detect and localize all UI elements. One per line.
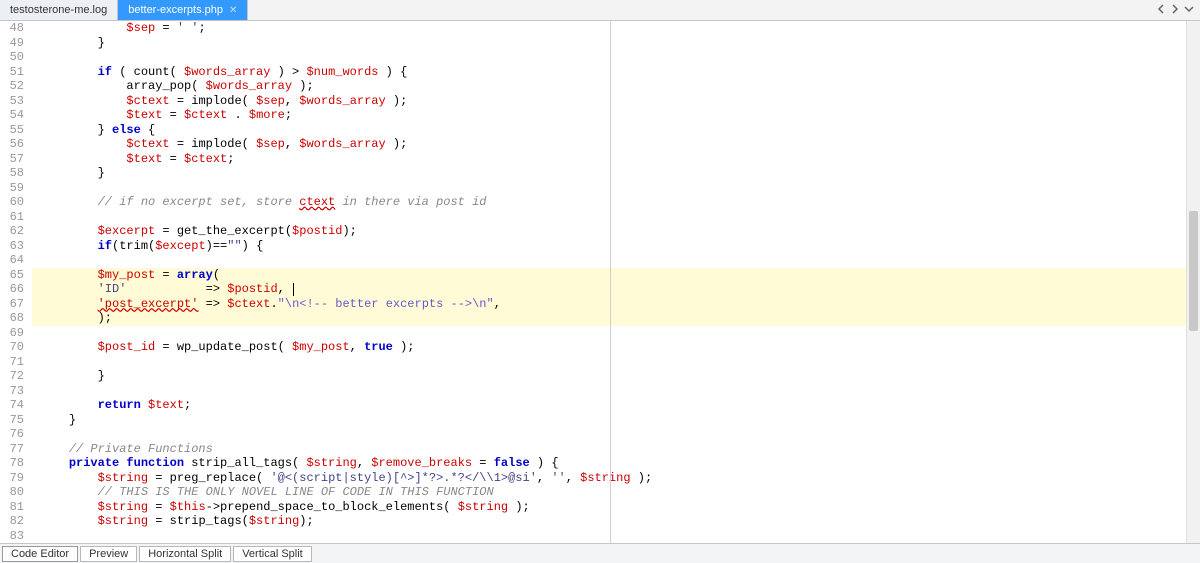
scrollbar-thumb[interactable]: [1189, 211, 1198, 331]
line-number: 73: [0, 384, 32, 399]
line-number: 57: [0, 152, 32, 167]
view-tab-horizontal-split[interactable]: Horizontal Split: [139, 546, 231, 562]
code-line[interactable]: $sep = ' ';: [32, 21, 1200, 36]
tab-prev-icon[interactable]: [1156, 3, 1166, 17]
tab-next-icon[interactable]: [1170, 3, 1180, 17]
code-line[interactable]: if(trim($except)=="") {: [32, 239, 1200, 254]
line-number: 69: [0, 326, 32, 341]
line-number: 59: [0, 181, 32, 196]
code-line[interactable]: $ctext = implode( $sep, $words_array );: [32, 137, 1200, 152]
code-line[interactable]: [32, 181, 1200, 196]
code-line[interactable]: }: [32, 413, 1200, 428]
code-pane[interactable]: $sep = ' '; } if ( count( $words_array )…: [32, 21, 1200, 543]
line-number: 53: [0, 94, 32, 109]
line-number: 60: [0, 195, 32, 210]
code-line[interactable]: [32, 427, 1200, 442]
code-line[interactable]: // if no excerpt set, store ctext in the…: [32, 195, 1200, 210]
view-tab-code-editor[interactable]: Code Editor: [2, 546, 78, 562]
code-line[interactable]: $ctext = implode( $sep, $words_array );: [32, 94, 1200, 109]
tab-label: testosterone-me.log: [10, 4, 107, 16]
code-line[interactable]: [32, 529, 1200, 544]
line-number: 64: [0, 253, 32, 268]
line-number: 74: [0, 398, 32, 413]
tab-bar: testosterone-me.log better-excerpts.php …: [0, 0, 1200, 21]
line-number: 75: [0, 413, 32, 428]
code-line[interactable]: [32, 326, 1200, 341]
line-number: 55: [0, 123, 32, 138]
code-line[interactable]: if ( count( $words_array ) > $num_words …: [32, 65, 1200, 80]
code-line[interactable]: return $text;: [32, 398, 1200, 413]
code-line[interactable]: // THIS IS THE ONLY NOVEL LINE OF CODE I…: [32, 485, 1200, 500]
line-number-gutter: 4849505152535455565758596061626364656667…: [0, 21, 32, 543]
view-mode-tabs: Code Editor Preview Horizontal Split Ver…: [0, 543, 1200, 563]
code-line[interactable]: [32, 210, 1200, 225]
line-number: 83: [0, 529, 32, 544]
line-number: 67: [0, 297, 32, 312]
code-line[interactable]: 'post_excerpt' => $ctext."\n<!-- better …: [32, 297, 1200, 312]
code-line[interactable]: } else {: [32, 123, 1200, 138]
pane-splitter[interactable]: [610, 21, 611, 543]
code-line[interactable]: $text = $ctext;: [32, 152, 1200, 167]
code-line[interactable]: );: [32, 311, 1200, 326]
tab-inactive[interactable]: testosterone-me.log: [0, 0, 118, 20]
line-number: 62: [0, 224, 32, 239]
code-line[interactable]: [32, 384, 1200, 399]
tab-active[interactable]: better-excerpts.php ✕: [118, 0, 248, 20]
line-number: 54: [0, 108, 32, 123]
code-line[interactable]: [32, 50, 1200, 65]
close-icon[interactable]: ✕: [229, 5, 237, 16]
line-number: 71: [0, 355, 32, 370]
line-number: 70: [0, 340, 32, 355]
line-number: 63: [0, 239, 32, 254]
code-line[interactable]: $string = $this->prepend_space_to_block_…: [32, 500, 1200, 515]
code-line[interactable]: $string = preg_replace( '@<(script|style…: [32, 471, 1200, 486]
line-number: 68: [0, 311, 32, 326]
line-number: 72: [0, 369, 32, 384]
code-line[interactable]: array_pop( $words_array );: [32, 79, 1200, 94]
code-line[interactable]: [32, 253, 1200, 268]
line-number: 52: [0, 79, 32, 94]
line-number: 65: [0, 268, 32, 283]
tab-label: better-excerpts.php: [128, 4, 223, 16]
line-number: 49: [0, 36, 32, 51]
code-line[interactable]: [32, 355, 1200, 370]
line-number: 78: [0, 456, 32, 471]
line-number: 58: [0, 166, 32, 181]
line-number: 51: [0, 65, 32, 80]
code-line[interactable]: $post_id = wp_update_post( $my_post, tru…: [32, 340, 1200, 355]
line-number: 50: [0, 50, 32, 65]
tab-nav-controls: [1156, 0, 1200, 20]
line-number: 77: [0, 442, 32, 457]
line-number: 48: [0, 21, 32, 36]
vertical-scrollbar[interactable]: [1186, 21, 1200, 543]
code-line[interactable]: $text = $ctext . $more;: [32, 108, 1200, 123]
editor-area: 4849505152535455565758596061626364656667…: [0, 21, 1200, 543]
code-line[interactable]: private function strip_all_tags( $string…: [32, 456, 1200, 471]
code-line[interactable]: }: [32, 166, 1200, 181]
code-line[interactable]: // Private Functions: [32, 442, 1200, 457]
code-line[interactable]: 'ID' => $postid,: [32, 282, 1200, 297]
code-line[interactable]: $string = strip_tags($string);: [32, 514, 1200, 529]
line-number: 80: [0, 485, 32, 500]
code-line[interactable]: $my_post = array(: [32, 268, 1200, 283]
line-number: 79: [0, 471, 32, 486]
line-number: 81: [0, 500, 32, 515]
code-line[interactable]: }: [32, 369, 1200, 384]
tab-menu-icon[interactable]: [1184, 3, 1194, 17]
line-number: 76: [0, 427, 32, 442]
view-tab-preview[interactable]: Preview: [80, 546, 137, 562]
line-number: 82: [0, 514, 32, 529]
code-line[interactable]: }: [32, 36, 1200, 51]
line-number: 61: [0, 210, 32, 225]
line-number: 66: [0, 282, 32, 297]
code-line[interactable]: $excerpt = get_the_excerpt($postid);: [32, 224, 1200, 239]
view-tab-vertical-split[interactable]: Vertical Split: [233, 546, 312, 562]
line-number: 56: [0, 137, 32, 152]
